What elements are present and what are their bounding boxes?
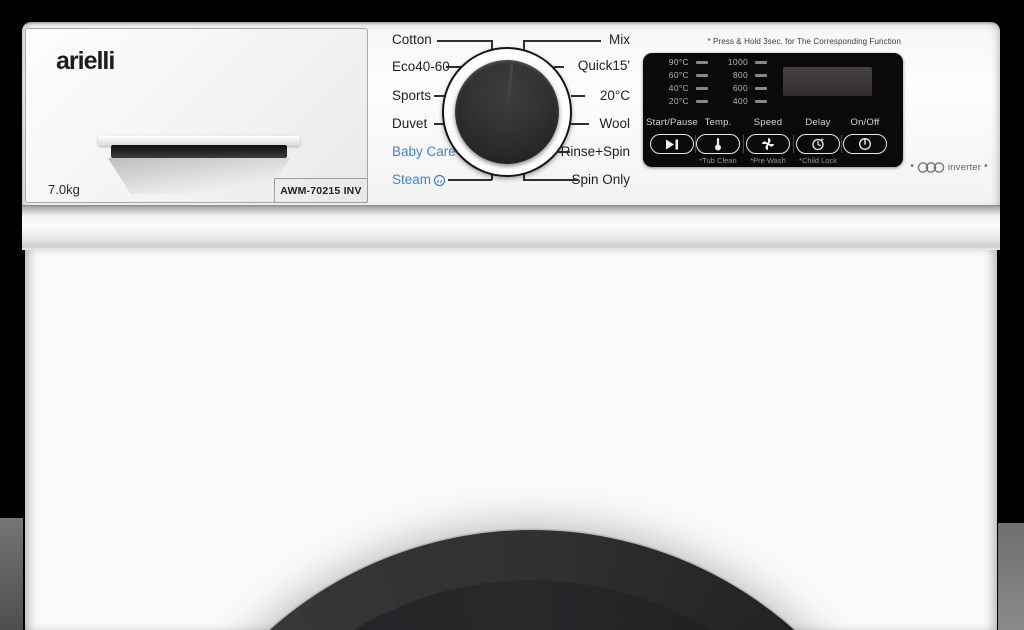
button-divider xyxy=(793,135,794,153)
program-selector-knob[interactable] xyxy=(442,47,572,177)
drawer-handle-slot xyxy=(111,145,287,158)
washing-machine-photo: arielli 7.0kg AWM-70215 INV Cotton Eco40… xyxy=(0,0,1024,630)
knob-pointer xyxy=(506,64,513,112)
panel-body-seam xyxy=(22,204,1000,250)
line-spin-only xyxy=(523,179,578,181)
inverter-logo: • inverter • xyxy=(901,158,997,176)
model-number: AWM-70215 INV xyxy=(280,185,361,197)
knob-body xyxy=(455,60,559,164)
speed-row-400: 400 xyxy=(721,96,767,106)
temp-button[interactable] xyxy=(696,134,740,154)
temp-row-40: 40°C xyxy=(653,83,708,93)
inverter-text: inverter xyxy=(948,162,981,173)
speed-row-800: 800 xyxy=(721,70,767,80)
button-divider xyxy=(743,135,744,153)
line-20c xyxy=(571,95,585,97)
model-number-box: AWM-70215 INV xyxy=(274,178,368,203)
start-pause-button[interactable] xyxy=(650,134,694,154)
capacity-label: 7.0kg xyxy=(48,182,80,197)
child-lock-label: *Child Lock xyxy=(778,156,858,165)
line-mix xyxy=(523,40,601,42)
inverter-rings-icon xyxy=(917,161,945,174)
delay-button[interactable] xyxy=(796,134,840,154)
speed-indicator xyxy=(755,87,767,90)
on-off-label: On/Off xyxy=(830,117,900,128)
program-cotton: Cotton xyxy=(392,32,432,48)
floor-strip-right xyxy=(998,523,1024,630)
drawer-handle-recess xyxy=(104,158,294,194)
fan-icon xyxy=(761,137,775,151)
speed-row-1000: 1000 xyxy=(721,57,767,67)
button-divider xyxy=(841,135,842,153)
panel-note: * Press & Hold 3sec. for The Correspondi… xyxy=(643,37,901,46)
power-icon xyxy=(858,137,872,151)
speed-indicator xyxy=(755,61,767,64)
speed-indicator xyxy=(755,100,767,103)
control-panel: 90°C 60°C 40°C 20°C 1000 800 600 400 Sta… xyxy=(643,53,903,167)
delay-timer-icon xyxy=(811,137,825,151)
program-sports: Sports xyxy=(392,88,431,104)
temp-indicator xyxy=(696,87,708,90)
temp-row-90: 90°C xyxy=(653,57,708,67)
detergent-drawer-panel: arielli 7.0kg AWM-70215 INV xyxy=(25,28,368,203)
line-cotton xyxy=(437,40,492,42)
led-display xyxy=(783,67,872,96)
machine-front-body xyxy=(25,250,997,630)
temp-indicator xyxy=(696,100,708,103)
temp-indicator xyxy=(696,61,708,64)
line-wool xyxy=(571,123,589,125)
button-divider xyxy=(695,135,696,153)
speed-indicator xyxy=(755,74,767,77)
drawer-handle[interactable] xyxy=(98,136,300,196)
speed-button[interactable] xyxy=(746,134,790,154)
thermometer-icon xyxy=(712,137,724,151)
brand-logo: arielli xyxy=(56,47,114,76)
line-steam xyxy=(448,179,492,181)
temp-row-20: 20°C xyxy=(653,96,708,106)
program-steam: Steam xyxy=(392,172,446,188)
speed-row-600: 600 xyxy=(721,83,767,93)
on-off-button[interactable] xyxy=(843,134,887,154)
temp-row-60: 60°C xyxy=(653,70,708,80)
play-pause-icon xyxy=(664,139,680,150)
program-duvet: Duvet xyxy=(392,116,427,132)
temp-indicator xyxy=(696,74,708,77)
floor-strip-left xyxy=(0,518,23,630)
